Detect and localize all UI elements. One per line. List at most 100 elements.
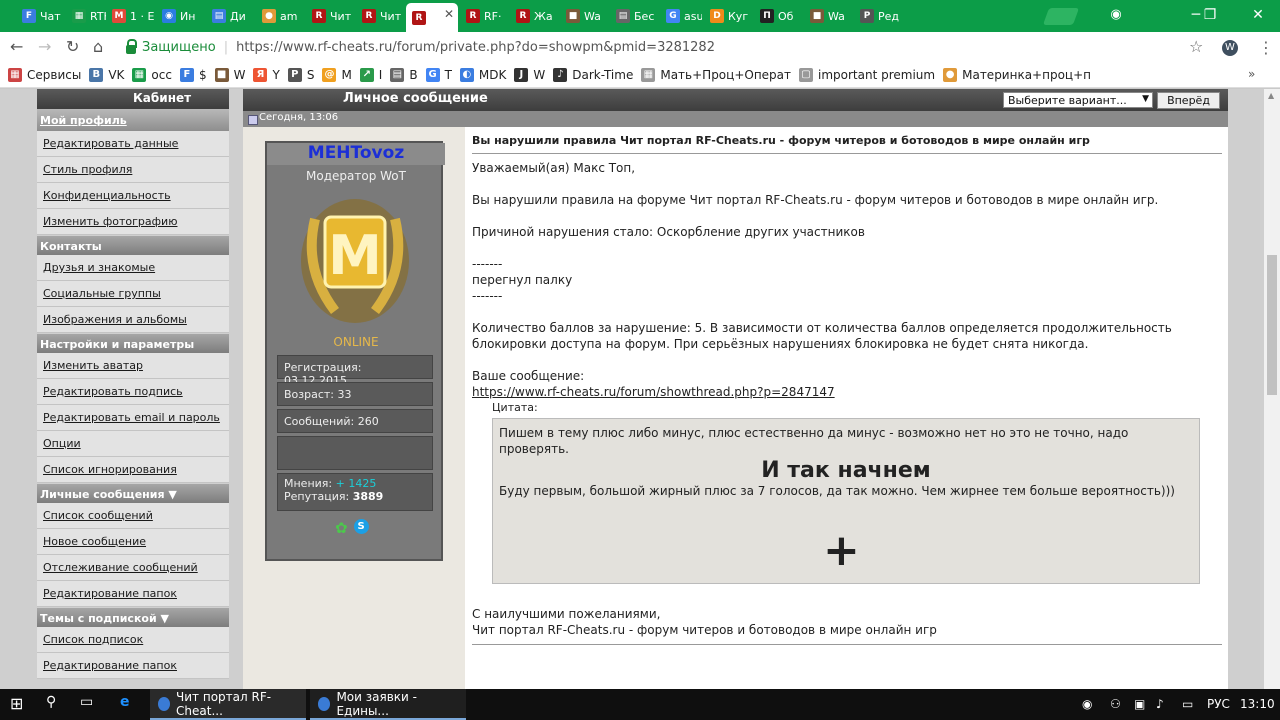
go-button[interactable]: Вперёд	[1157, 92, 1220, 109]
tab-10[interactable]: R Жа	[510, 4, 558, 28]
tab-17[interactable]: P Ред	[854, 4, 902, 28]
bookmark-12[interactable]: JW	[514, 67, 545, 82]
tab-2[interactable]: M 1 · E	[106, 4, 154, 28]
volume-icon[interactable]: ♪	[1156, 697, 1164, 711]
bookmark-2[interactable]: ▦ осс	[132, 67, 172, 82]
bookmark-3[interactable]: F $	[179, 67, 207, 82]
scroll-up-icon[interactable]: ▲	[1268, 91, 1274, 100]
bookmark-13[interactable]: ♪ Dark-Time	[553, 67, 633, 82]
tab-16[interactable]: ■ Wa	[804, 4, 852, 28]
bookmark-star-icon[interactable]: ☆	[1189, 37, 1203, 56]
tab-13[interactable]: Gasu	[660, 4, 702, 28]
sidebar-link[interactable]: Список игнорирования	[37, 457, 229, 483]
reload-icon[interactable]: ↻	[66, 38, 79, 56]
windows-start-icon[interactable]: ⊞	[10, 694, 23, 713]
tab-0[interactable]: F Чат	[16, 4, 64, 28]
extension-icon[interactable]: W	[1222, 40, 1238, 56]
battery-icon[interactable]: ▭	[1182, 697, 1193, 711]
clock[interactable]: 13:10	[1240, 697, 1275, 711]
tab-12[interactable]: ▤ Бес	[610, 4, 658, 28]
bookmark-4[interactable]: ■ W	[214, 67, 245, 82]
bookmark-11[interactable]: ◐ MDK	[459, 67, 506, 82]
more-bookmarks-icon[interactable]: »	[1248, 67, 1255, 81]
new-tab-button[interactable]	[1042, 8, 1080, 25]
task-view-icon[interactable]: ▭	[80, 694, 93, 710]
url-text[interactable]: https://www.rf-cheats.ru/forum/private.p…	[236, 40, 715, 55]
taskbar-item-chrome[interactable]: Чит портал RF-Cheat...	[150, 689, 306, 720]
sidebar-link[interactable]: Изображения и альбомы	[37, 307, 229, 333]
people-icon[interactable]: ⚇	[1110, 697, 1121, 711]
bookmark-14[interactable]: ▦ Мать+Проц+Операт	[641, 67, 791, 82]
sidebar-link[interactable]: Новое сообщение	[37, 529, 229, 555]
sidebar-link[interactable]: Отслеживание сообщений	[37, 555, 229, 581]
bookmark-16[interactable]: ● Материнка+проц+п	[943, 67, 1091, 82]
discord-icon[interactable]: ◉	[1082, 697, 1092, 711]
profile-icon[interactable]: ◉	[1104, 4, 1128, 26]
menu-icon[interactable]: ⋮	[1258, 38, 1274, 57]
tab-label: Wa	[828, 9, 845, 23]
sidebar-link[interactable]: Конфиденциальность	[37, 183, 229, 209]
bookmark-0[interactable]: ▦ Сервисы	[8, 67, 81, 82]
tab-3[interactable]: ◉ Ин	[156, 4, 204, 28]
tab-label: Чит	[330, 9, 352, 23]
sidebar-link[interactable]: Редактирование папок	[37, 581, 229, 607]
bookmark-1[interactable]: В VK	[89, 67, 124, 82]
scrollbar-thumb[interactable]	[1267, 255, 1277, 395]
bookmark-6[interactable]: PS	[287, 67, 314, 82]
user-panel: MEHTovoz Модератор WoT M ONLINE Регистра…	[243, 127, 465, 689]
tab-14[interactable]: D Куг	[704, 4, 752, 28]
tab-4[interactable]: ▤ Ди	[206, 4, 254, 28]
tab-label: Ред	[878, 9, 900, 23]
tab-15[interactable]: П Об	[754, 4, 802, 28]
bookmark-5[interactable]: ЯY	[253, 67, 280, 82]
network-icon[interactable]: ▣	[1134, 697, 1145, 711]
sidebar-link[interactable]: Редактировать данные	[37, 131, 229, 157]
bookmark-15[interactable]: ▢ important premium	[799, 67, 935, 82]
close-window-button[interactable]: ✕	[1246, 4, 1270, 26]
search-icon[interactable]: ⚲	[46, 694, 56, 710]
sidebar-cat-subs[interactable]: Темы с подпиской ▼	[37, 607, 229, 627]
tab-7[interactable]: R Чит	[356, 4, 404, 28]
tab-5[interactable]: ● am	[256, 4, 304, 28]
tab-6[interactable]: R Чит	[306, 4, 354, 28]
sidebar-link[interactable]: Социальные группы	[37, 281, 229, 307]
sidebar-link[interactable]: Опции	[37, 431, 229, 457]
tab-11[interactable]: ■ Wa	[560, 4, 608, 28]
username[interactable]: MEHTovoz	[267, 143, 445, 165]
bookmark-10[interactable]: GT	[425, 67, 452, 82]
post-link[interactable]: https://www.rf-cheats.ru/forum/showthrea…	[472, 385, 835, 399]
bookmark-7[interactable]: @ M	[322, 67, 352, 82]
address-bar[interactable]: Защищено | https://www.rf-cheats.ru/foru…	[118, 36, 1214, 58]
sidebar-link[interactable]: Редактирование папок	[37, 653, 229, 679]
sidebar-link[interactable]: Редактировать подпись	[37, 379, 229, 405]
bookmark-8[interactable]: ↗ I	[359, 67, 382, 82]
page-scrollbar[interactable]: ▲	[1264, 89, 1280, 689]
forward-icon[interactable]: →	[38, 38, 51, 56]
sidebar-link[interactable]: Друзья и знакомые	[37, 255, 229, 281]
tab-9[interactable]: R RF·	[460, 4, 508, 28]
sidebar-link[interactable]: Стиль профиля	[37, 157, 229, 183]
tab-favicon-icon: D	[710, 9, 724, 23]
edge-icon[interactable]: e	[120, 694, 130, 710]
tab-favicon-icon: ●	[262, 9, 276, 23]
close-tab-icon[interactable]: ✕	[444, 7, 454, 21]
action-select[interactable]: Выберите вариант...	[1003, 92, 1153, 108]
taskbar-item-chrome-2[interactable]: Мои заявки - Едины...	[310, 689, 466, 720]
sidebar-link[interactable]: Редактировать email и пароль	[37, 405, 229, 431]
back-icon[interactable]: ←	[10, 38, 23, 56]
sidebar-cat-pm[interactable]: Личные сообщения ▼	[37, 483, 229, 503]
maximize-button[interactable]: ❐	[1198, 4, 1222, 26]
page-viewport: Кабинет Мой профиль Редактировать данные…	[0, 89, 1264, 689]
sidebar-my-profile[interactable]: Мой профиль	[37, 109, 229, 131]
icq-icon[interactable]: ✿	[335, 519, 348, 537]
skype-icon[interactable]: S	[353, 519, 369, 534]
sidebar-link[interactable]: Список подписок	[37, 627, 229, 653]
sidebar-link[interactable]: Список сообщений	[37, 503, 229, 529]
tab-8[interactable]: R ✕	[406, 3, 458, 32]
language-indicator[interactable]: РУС	[1207, 697, 1230, 711]
sidebar-link[interactable]: Изменить фотографию	[37, 209, 229, 235]
home-icon[interactable]: ⌂	[93, 38, 103, 56]
tab-1[interactable]: ▦ RTK	[66, 4, 106, 28]
bookmark-9[interactable]: ▤ B	[390, 67, 418, 82]
sidebar-link[interactable]: Изменить аватар	[37, 353, 229, 379]
